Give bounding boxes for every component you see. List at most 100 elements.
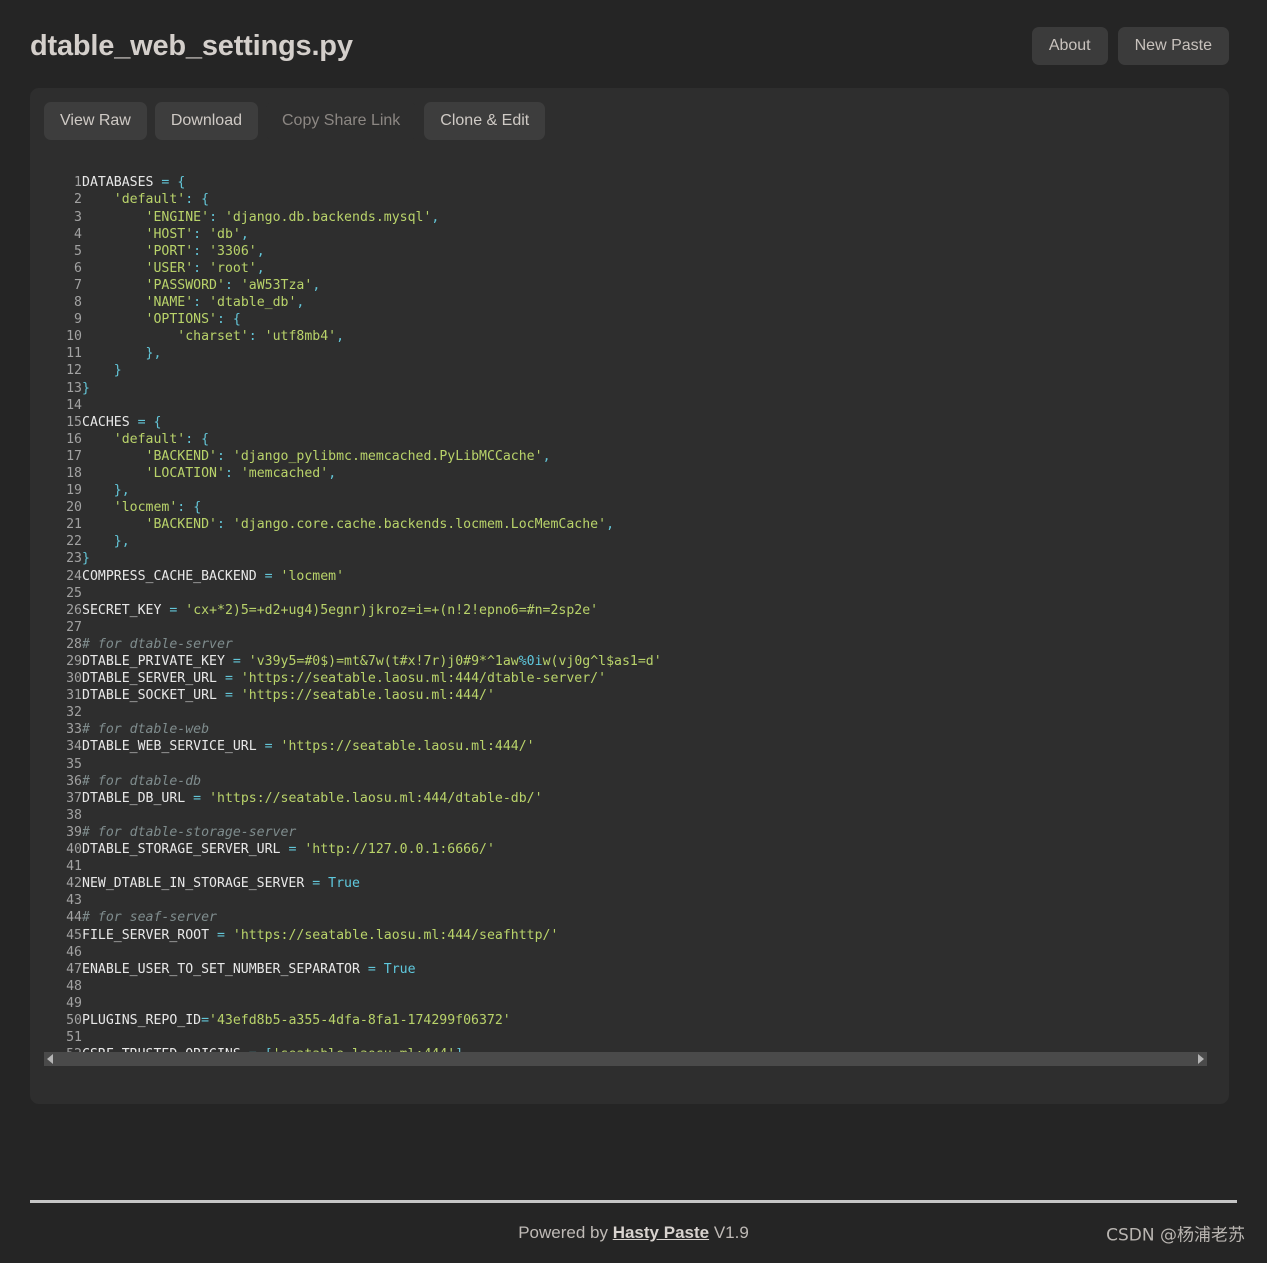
line-source[interactable]: [82, 756, 662, 773]
line-source[interactable]: [82, 397, 662, 414]
line-source[interactable]: 'OPTIONS': {: [82, 311, 662, 328]
clone-and-edit-button[interactable]: Clone & Edit: [424, 102, 546, 141]
csdn-watermark: CSDN @杨浦老苏: [1106, 1225, 1245, 1246]
line-source[interactable]: COMPRESS_CACHE_BACKEND = 'locmem': [82, 568, 662, 585]
code-line: 31 DTABLE_SOCKET_URL = 'https://seatable.…: [48, 687, 662, 704]
line-number: 46: [66, 944, 82, 960]
line-source[interactable]: [82, 1029, 662, 1046]
code-line: 14: [48, 397, 662, 414]
line-number: 21: [66, 517, 82, 533]
line-source[interactable]: },: [82, 482, 662, 499]
line-source[interactable]: 'HOST': 'db',: [82, 226, 662, 243]
download-button[interactable]: Download: [154, 102, 258, 141]
hasty-paste-link[interactable]: Hasty Paste: [613, 1223, 709, 1242]
code-token: 'memcached': [240, 465, 329, 481]
page-header: dtable_web_settings.py About New Paste: [0, 0, 1267, 70]
code-token: 'django.core.cache.backends.locmem.LocMe…: [232, 517, 607, 533]
line-source[interactable]: [82, 892, 662, 909]
line-source[interactable]: 'USER': 'root',: [82, 260, 662, 277]
line-number: 22: [66, 534, 82, 550]
line-source[interactable]: 'PASSWORD': 'aW53Tza',: [82, 277, 662, 294]
caret-left-icon[interactable]: [47, 1054, 53, 1065]
line-source[interactable]: DTABLE_STORAGE_SERVER_URL = 'http://127.…: [82, 841, 662, 858]
line-source[interactable]: 'default': {: [82, 431, 662, 448]
copy-share-link-button[interactable]: Copy Share Link: [266, 102, 417, 141]
line-source[interactable]: },: [82, 533, 662, 550]
line-source[interactable]: 'ENGINE': 'django.db.backends.mysql',: [82, 209, 662, 226]
line-source[interactable]: # for dtable-web: [82, 721, 662, 738]
line-source[interactable]: # for dtable-server: [82, 636, 662, 653]
code-token: :: [193, 243, 202, 259]
line-source[interactable]: [82, 619, 662, 636]
new-paste-button[interactable]: New Paste: [1117, 26, 1229, 66]
line-source[interactable]: NEW_DTABLE_IN_STORAGE_SERVER = True: [82, 875, 662, 892]
code-line: 10 'charset': 'utf8mb4',: [48, 328, 662, 345]
line-source[interactable]: DTABLE_SERVER_URL = 'https://seatable.la…: [82, 670, 662, 687]
line-source[interactable]: DTABLE_DB_URL = 'https://seatable.laosu.…: [82, 790, 662, 807]
line-source[interactable]: PLUGINS_REPO_ID='43efd8b5-a355-4dfa-8fa1…: [82, 1012, 662, 1029]
line-source[interactable]: }: [82, 550, 662, 567]
line-source[interactable]: 'BACKEND': 'django_pylibmc.memcached.PyL…: [82, 448, 662, 465]
line-source[interactable]: 'default': {: [82, 191, 662, 208]
line-source[interactable]: FILE_SERVER_ROOT = 'https://seatable.lao…: [82, 927, 662, 944]
line-source[interactable]: }: [82, 380, 662, 397]
line-source[interactable]: 'PORT': '3306',: [82, 243, 662, 260]
about-button[interactable]: About: [1031, 26, 1108, 66]
line-source[interactable]: },: [82, 345, 662, 362]
line-source[interactable]: DTABLE_SOCKET_URL = 'https://seatable.la…: [82, 687, 662, 704]
code-token: {: [153, 414, 162, 430]
line-source[interactable]: [82, 585, 662, 602]
code-token: ,: [542, 448, 551, 464]
code-line: 48: [48, 978, 662, 995]
code-line: 20 'locmem': {: [48, 499, 662, 516]
code-token: PLUGINS_REPO_ID: [82, 1012, 202, 1028]
line-number: 16: [66, 431, 82, 447]
line-source[interactable]: ENABLE_USER_TO_SET_NUMBER_SEPARATOR = Tr…: [82, 961, 662, 978]
line-source[interactable]: DTABLE_WEB_SERVICE_URL = 'https://seatab…: [82, 738, 662, 755]
line-source[interactable]: [82, 704, 662, 721]
line-source[interactable]: 'locmem': {: [82, 499, 662, 516]
view-raw-button[interactable]: View Raw: [44, 102, 147, 141]
line-source[interactable]: [82, 978, 662, 995]
line-source[interactable]: 'LOCATION': 'memcached',: [82, 465, 662, 482]
line-source[interactable]: 'NAME': 'dtable_db',: [82, 294, 662, 311]
caret-right-icon[interactable]: [1198, 1054, 1204, 1065]
line-source[interactable]: 'charset': 'utf8mb4',: [82, 328, 662, 345]
line-source[interactable]: [82, 944, 662, 961]
code-token: DTABLE_DB_URL: [82, 790, 186, 806]
code-token: :: [224, 277, 233, 293]
horizontal-scrollbar[interactable]: [44, 1052, 1207, 1067]
code-token: =: [367, 961, 376, 977]
line-source[interactable]: # for dtable-db: [82, 773, 662, 790]
line-source[interactable]: DTABLE_PRIVATE_KEY = 'v39y5=#0$)=mt&7w(t…: [82, 653, 662, 670]
line-source[interactable]: [82, 858, 662, 875]
line-source[interactable]: # for dtable-storage-server: [82, 824, 662, 841]
code-token: 'django.db.backends.mysql': [224, 209, 432, 225]
code-scroll-area[interactable]: 1 DATABASES = {2 'default': {3 'ENGINE': …: [30, 164, 1229, 1065]
code-token: },: [113, 483, 130, 499]
code-line: 46: [48, 944, 662, 961]
line-source[interactable]: [82, 807, 662, 824]
code-token: 'https://seatable.laosu.ml:444/seafhttp/…: [232, 927, 559, 943]
code-token: :: [193, 226, 202, 242]
line-number: 23: [66, 551, 82, 567]
code-token: :: [185, 431, 194, 447]
code-token: ENABLE_USER_TO_SET_NUMBER_SEPARATOR: [82, 961, 360, 977]
code-line: 12 }: [48, 362, 662, 379]
line-source[interactable]: SECRET_KEY = 'cx+*2)5=+d2+ug4)5egnr)jkro…: [82, 602, 662, 619]
code-token: =: [217, 927, 225, 943]
line-source[interactable]: }: [82, 362, 662, 379]
code-token: 'dtable_db': [209, 295, 297, 311]
line-source[interactable]: [82, 995, 662, 1012]
line-source[interactable]: CACHES = {: [82, 414, 662, 431]
code-token: :: [248, 329, 257, 345]
line-number: 9: [74, 312, 82, 328]
line-source[interactable]: # for seaf-server: [82, 909, 662, 926]
line-source[interactable]: DATABASES = {: [82, 174, 662, 191]
line-source[interactable]: 'BACKEND': 'django.core.cache.backends.l…: [82, 516, 662, 533]
